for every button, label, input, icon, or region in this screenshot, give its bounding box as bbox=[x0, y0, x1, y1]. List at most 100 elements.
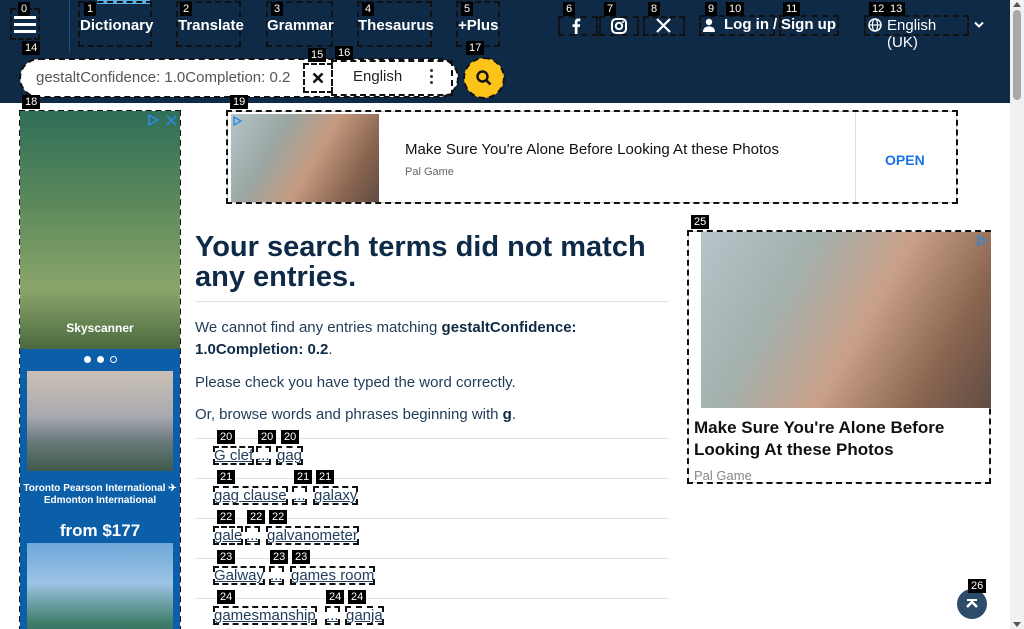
x-icon bbox=[656, 18, 671, 33]
browse-range-ellipsis[interactable]: ... bbox=[245, 526, 260, 545]
search-form: English bbox=[19, 58, 459, 98]
marker-label: 21 bbox=[217, 470, 236, 484]
facebook-icon bbox=[572, 18, 581, 34]
instagram-icon bbox=[611, 18, 627, 34]
marker-label: 1 bbox=[84, 2, 97, 16]
page-scrollbar[interactable] bbox=[1010, 0, 1024, 629]
marker-label: 13 bbox=[887, 2, 906, 16]
marker-label: 17 bbox=[466, 41, 485, 55]
search-button[interactable] bbox=[463, 57, 505, 99]
search-input[interactable] bbox=[36, 69, 316, 86]
nav-divider bbox=[69, 0, 70, 53]
browse-range-start[interactable]: gamesmanship bbox=[213, 606, 317, 625]
browse-range-end[interactable]: games room bbox=[289, 566, 376, 585]
browse-row: Galway ... games room bbox=[195, 558, 669, 598]
clear-search-button[interactable] bbox=[303, 63, 333, 93]
browse-range-start[interactable]: gag clause bbox=[213, 486, 288, 505]
browse-range-ellipsis[interactable]: ... bbox=[292, 486, 307, 505]
browse-range-ellipsis[interactable]: ... bbox=[256, 446, 271, 465]
browse-range-end[interactable]: galaxy bbox=[312, 486, 359, 505]
marker-label: 24 bbox=[217, 590, 236, 604]
ad-source: Pal Game bbox=[694, 468, 752, 483]
marker-label: 23 bbox=[217, 550, 236, 564]
marker-label: 21 bbox=[316, 470, 335, 484]
x-twitter-button[interactable] bbox=[643, 16, 685, 36]
marker-label: 20 bbox=[258, 430, 277, 444]
left-skyscraper-ad[interactable]: Skyscanner Toronto Pearson International… bbox=[19, 110, 181, 629]
browse-range-ellipsis[interactable]: ... bbox=[325, 606, 340, 625]
marker-label: 24 bbox=[348, 590, 367, 604]
chevron-up-icon bbox=[966, 599, 978, 608]
more-options-icon bbox=[430, 69, 434, 87]
ad-open-button[interactable]: OPEN bbox=[885, 152, 925, 168]
marker-label: 8 bbox=[648, 2, 661, 16]
marker-label: 16 bbox=[335, 46, 354, 60]
login-label: Log in bbox=[724, 16, 769, 33]
dictionary-language-label: English bbox=[353, 68, 403, 85]
scrollbar-thumb[interactable] bbox=[1013, 10, 1021, 100]
page-title: Your search terms did not match any entr… bbox=[195, 231, 646, 293]
no-match-prefix: We cannot find any entries matching bbox=[195, 319, 442, 336]
login-link[interactable]: Log in bbox=[699, 15, 775, 36]
browse-range-start[interactable]: gale bbox=[212, 526, 244, 545]
browse-hint-prefix: Or, browse words and phrases beginning w… bbox=[195, 406, 503, 423]
right-sidebar-ad[interactable]: Make Sure You're Alone Before Looking At… bbox=[687, 230, 991, 484]
ad-route-text: Toronto Pearson International ✈ Edmonton… bbox=[23, 483, 177, 506]
marker-label: 11 bbox=[783, 2, 801, 16]
divider bbox=[195, 301, 669, 302]
ad-choices-icon[interactable] bbox=[976, 235, 987, 246]
browse-row: G clef ... gag bbox=[195, 438, 669, 478]
browse-range-end[interactable]: galvanometer bbox=[266, 526, 359, 545]
marker-label: 19 bbox=[230, 95, 249, 109]
browse-range-end[interactable]: ganja bbox=[345, 606, 384, 625]
marker-label: 15 bbox=[308, 48, 327, 62]
top-banner-ad[interactable]: Make Sure You're Alone Before Looking At… bbox=[226, 110, 958, 204]
marker-label: 22 bbox=[269, 510, 288, 524]
nav-thesaurus-label: Thesaurus bbox=[358, 17, 434, 34]
dictionary-language-select[interactable]: English bbox=[331, 60, 453, 96]
globe-icon bbox=[868, 18, 882, 32]
ad-choices-icon[interactable] bbox=[232, 116, 242, 126]
marker-label: 14 bbox=[22, 41, 41, 55]
no-match-message: We cannot find any entries matching gest… bbox=[195, 317, 665, 361]
back-to-top-button[interactable] bbox=[957, 589, 987, 619]
browse-range-start[interactable]: G clef bbox=[212, 446, 255, 465]
marker-label: 26 bbox=[968, 579, 987, 593]
marker-label: 20 bbox=[281, 430, 300, 444]
browse-range-start[interactable]: Galway bbox=[212, 566, 266, 585]
marker-label: 12 bbox=[869, 2, 888, 16]
browse-range-end[interactable]: gag bbox=[275, 446, 304, 465]
marker-label: 24 bbox=[326, 590, 345, 604]
ad-hero-image bbox=[20, 111, 180, 349]
browse-letter: g bbox=[502, 406, 512, 423]
close-icon bbox=[312, 72, 324, 84]
browse-range-ellipsis[interactable]: ... bbox=[269, 566, 284, 585]
carousel-dots[interactable] bbox=[20, 349, 180, 371]
ad-brand-logo: Skyscanner bbox=[66, 321, 134, 335]
browse-hint: Or, browse words and phrases beginning w… bbox=[195, 404, 665, 426]
nav-translate-label: Translate bbox=[178, 17, 244, 34]
browse-row: gamesmanship ... ganja bbox=[195, 598, 669, 629]
ad-image bbox=[231, 114, 379, 202]
ad-close-icon[interactable] bbox=[166, 115, 177, 126]
search-icon bbox=[476, 70, 492, 86]
instagram-button[interactable] bbox=[599, 16, 639, 36]
signup-label: Sign up bbox=[781, 16, 836, 33]
ad-price-text: from $177 bbox=[59, 521, 141, 540]
site-language-selector[interactable]: English (UK) bbox=[864, 15, 969, 51]
nav-dictionary-label: Dictionary bbox=[80, 17, 154, 34]
ad-image bbox=[701, 232, 991, 408]
facebook-button[interactable] bbox=[558, 16, 598, 36]
scroll-down-arrow[interactable] bbox=[1013, 622, 1021, 627]
ad-city-image bbox=[27, 371, 173, 471]
site-language-label: English (UK) bbox=[887, 17, 937, 51]
marker-label: 22 bbox=[247, 510, 266, 524]
marker-label: 4 bbox=[362, 2, 375, 16]
ad-city-image-2 bbox=[27, 543, 173, 629]
scroll-up-arrow[interactable] bbox=[1013, 2, 1021, 7]
marker-label: 20 bbox=[217, 430, 236, 444]
signup-link[interactable]: Sign up bbox=[779, 15, 839, 36]
ad-title: Make Sure You're Alone Before Looking At… bbox=[405, 141, 779, 158]
ad-choices-icon[interactable] bbox=[147, 114, 159, 126]
nav-grammar-label: Grammar bbox=[267, 17, 334, 34]
